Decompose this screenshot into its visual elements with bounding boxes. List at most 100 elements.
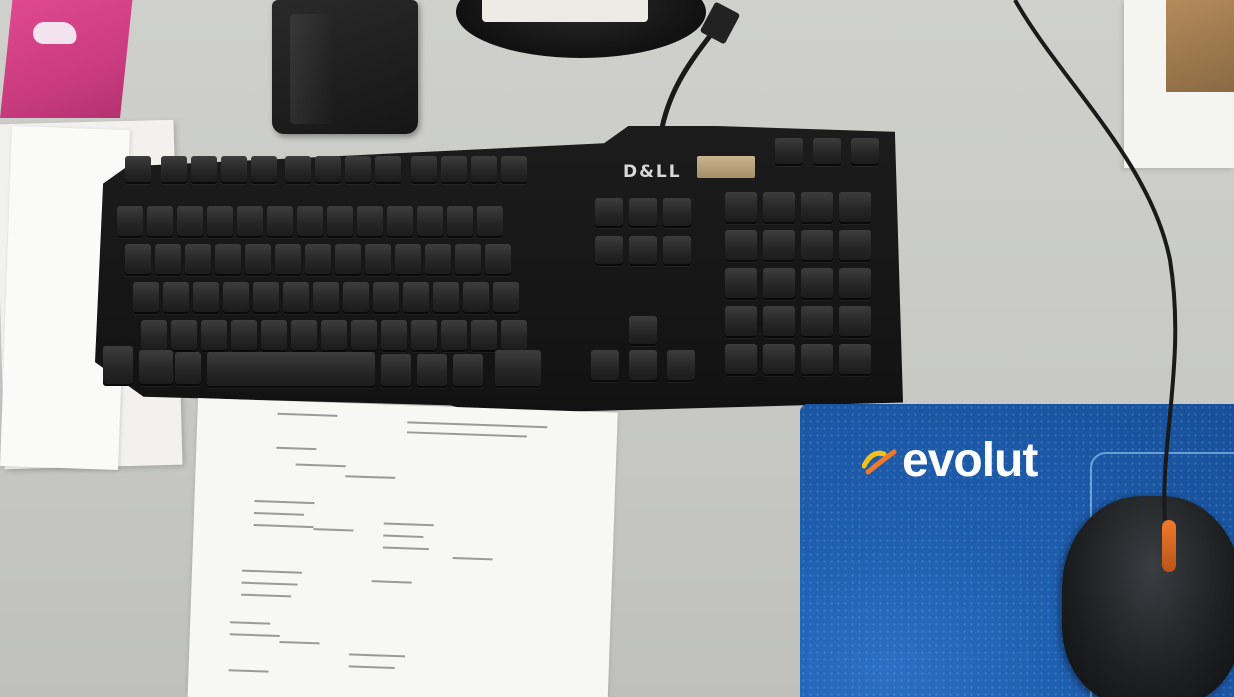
keyboard-key[interactable] <box>177 206 203 238</box>
keyboard-key[interactable] <box>291 320 317 352</box>
keyboard-key[interactable] <box>395 244 421 276</box>
keyboard-key[interactable] <box>463 282 489 314</box>
keyboard-key[interactable] <box>453 354 483 388</box>
keyboard-key[interactable] <box>495 350 541 388</box>
keyboard-key[interactable] <box>763 230 795 262</box>
keyboard-key[interactable] <box>163 282 189 314</box>
keyboard-key[interactable] <box>327 206 353 238</box>
keyboard-key[interactable] <box>591 350 619 382</box>
keyboard-key[interactable] <box>237 206 263 238</box>
keyboard-key[interactable] <box>305 244 331 276</box>
keyboard-key[interactable] <box>763 306 795 338</box>
keyboard-key[interactable] <box>365 244 391 276</box>
keyboard-key[interactable] <box>245 244 271 276</box>
keyboard-key[interactable] <box>471 156 497 184</box>
mouse-scroll-wheel[interactable] <box>1162 520 1176 572</box>
keyboard-key[interactable] <box>125 244 151 276</box>
keyboard[interactable]: D&LL <box>95 126 903 414</box>
keyboard-key[interactable] <box>285 156 311 184</box>
keyboard-key[interactable] <box>283 282 309 314</box>
keyboard-key[interactable] <box>185 244 211 276</box>
keyboard-key[interactable] <box>193 282 219 314</box>
keyboard-key[interactable] <box>839 230 871 262</box>
keyboard-key[interactable] <box>417 206 443 238</box>
keyboard-key[interactable] <box>839 268 871 300</box>
keyboard-key[interactable] <box>351 320 377 352</box>
keyboard-key[interactable] <box>417 354 447 388</box>
keyboard-key[interactable] <box>725 192 757 224</box>
keyboard-key[interactable] <box>207 206 233 238</box>
keyboard-key[interactable] <box>403 282 429 314</box>
keyboard-key[interactable] <box>275 244 301 276</box>
keyboard-key[interactable] <box>411 320 437 352</box>
keyboard-key[interactable] <box>725 306 757 338</box>
computer-mouse[interactable] <box>1062 496 1234 697</box>
keyboard-key[interactable] <box>493 282 519 314</box>
keyboard-key[interactable] <box>477 206 503 238</box>
keyboard-key[interactable] <box>663 198 691 228</box>
keyboard-key[interactable] <box>381 354 411 388</box>
keyboard-key[interactable] <box>725 268 757 300</box>
keyboard-key[interactable] <box>441 156 467 184</box>
keyboard-key[interactable] <box>433 282 459 314</box>
keyboard-key[interactable] <box>485 244 511 276</box>
keyboard-key[interactable] <box>471 320 497 352</box>
keyboard-key[interactable] <box>629 236 657 266</box>
keyboard-key[interactable] <box>425 244 451 276</box>
keyboard-key[interactable] <box>345 156 371 184</box>
keyboard-key[interactable] <box>139 350 173 386</box>
keyboard-key[interactable] <box>447 206 473 238</box>
keyboard-key[interactable] <box>253 282 279 314</box>
keyboard-key[interactable] <box>155 244 181 276</box>
keyboard-key[interactable] <box>161 156 187 184</box>
keyboard-key[interactable] <box>147 206 173 238</box>
keyboard-key[interactable] <box>629 350 657 382</box>
keyboard-key[interactable] <box>801 344 833 376</box>
keyboard-key[interactable] <box>441 320 467 352</box>
keyboard-key[interactable] <box>725 230 757 262</box>
keyboard-key[interactable] <box>629 316 657 346</box>
keyboard-key[interactable] <box>343 282 369 314</box>
keyboard-key[interactable] <box>141 320 167 352</box>
keyboard-key[interactable] <box>375 156 401 184</box>
keyboard-key[interactable] <box>191 156 217 184</box>
keyboard-key[interactable] <box>763 344 795 376</box>
keyboard-key[interactable] <box>357 206 383 238</box>
keyboard-key[interactable] <box>501 156 527 184</box>
keyboard-key[interactable] <box>455 244 481 276</box>
keyboard-key[interactable] <box>373 282 399 314</box>
keyboard-key[interactable] <box>207 352 375 388</box>
keyboard-key[interactable] <box>839 306 871 338</box>
keyboard-key[interactable] <box>117 206 143 238</box>
keyboard-key[interactable] <box>763 268 795 300</box>
keyboard-key[interactable] <box>725 344 757 376</box>
keyboard-key[interactable] <box>125 156 151 184</box>
keyboard-key[interactable] <box>223 282 249 314</box>
keyboard-key[interactable] <box>629 198 657 228</box>
keyboard-key[interactable] <box>801 192 833 224</box>
keyboard-key[interactable] <box>221 156 247 184</box>
keyboard-key[interactable] <box>215 244 241 276</box>
keyboard-key[interactable] <box>387 206 413 238</box>
keyboard-key[interactable] <box>801 230 833 262</box>
keyboard-key[interactable] <box>801 268 833 300</box>
keyboard-key[interactable] <box>315 156 341 184</box>
keyboard-key[interactable] <box>251 156 277 184</box>
keyboard-key[interactable] <box>171 320 197 352</box>
keyboard-key[interactable] <box>667 350 695 382</box>
keyboard-key[interactable] <box>297 206 323 238</box>
keyboard-key[interactable] <box>261 320 287 352</box>
keyboard-key[interactable] <box>103 346 133 386</box>
keyboard-key[interactable] <box>231 320 257 352</box>
keyboard-key[interactable] <box>839 344 871 376</box>
keyboard-key[interactable] <box>775 138 803 166</box>
keyboard-key[interactable] <box>175 352 201 386</box>
keyboard-key[interactable] <box>813 138 841 166</box>
keyboard-key[interactable] <box>595 236 623 266</box>
keyboard-key[interactable] <box>321 320 347 352</box>
keyboard-key[interactable] <box>201 320 227 352</box>
keyboard-key[interactable] <box>763 192 795 224</box>
keyboard-key[interactable] <box>851 138 879 166</box>
keyboard-key[interactable] <box>501 320 527 352</box>
keyboard-key[interactable] <box>663 236 691 266</box>
